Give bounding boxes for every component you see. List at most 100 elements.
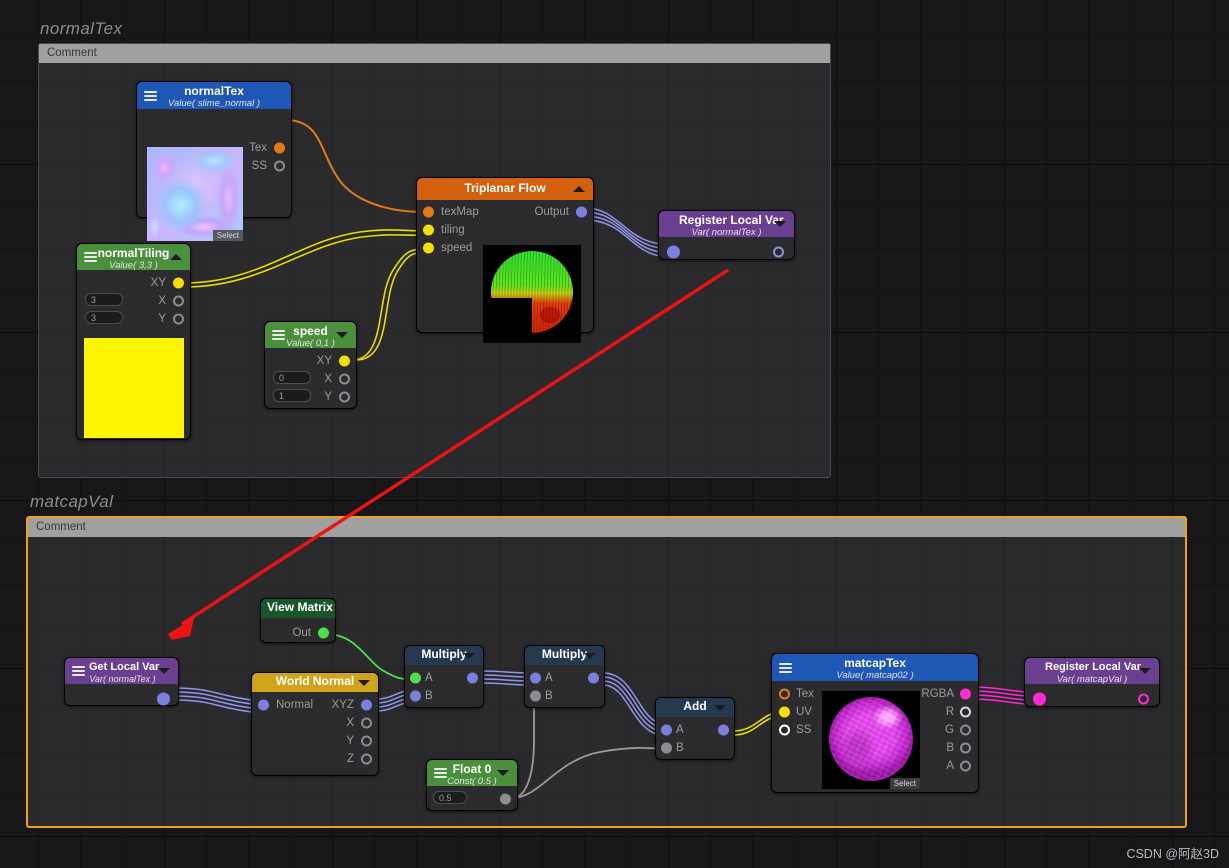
- output-dot-y[interactable]: [173, 313, 184, 325]
- output-dot-rgba[interactable]: [960, 688, 971, 700]
- port-world-normal-normal[interactable]: Normal XYZ: [252, 696, 378, 714]
- port-normaltiling-y[interactable]: 3 Y: [77, 310, 190, 328]
- input-dot-tiling[interactable]: [423, 224, 434, 236]
- port-normaltex-tex[interactable]: Tex: [137, 139, 291, 157]
- collapse-caret-icon[interactable]: [573, 186, 585, 192]
- port-speed-xy[interactable]: XY: [265, 352, 356, 370]
- node-matcaptex-header[interactable]: matcapTex Value( matcap02 ): [772, 654, 978, 681]
- node-world-normal-header[interactable]: World Normal: [252, 673, 378, 692]
- input-dot-b[interactable]: [410, 690, 421, 702]
- node-get-local-var-header[interactable]: Get Local Var Var( normalTex ): [65, 658, 178, 684]
- node-float-0-header[interactable]: Float 0 Const( 0.5 ): [427, 760, 517, 787]
- port-normaltiling-x[interactable]: 3 X: [77, 292, 190, 310]
- port-register-normaltex-io[interactable]: [659, 243, 794, 261]
- comment-group-matcapval-label[interactable]: Comment: [28, 518, 1185, 537]
- output-dot-x[interactable]: [173, 295, 184, 307]
- node-triplanar-flow[interactable]: Triplanar Flow texMap Output tiling spee…: [416, 177, 594, 343]
- input-dot-a[interactable]: [410, 672, 421, 684]
- float-0-value-input[interactable]: 0.5: [433, 791, 467, 804]
- output-dot-x[interactable]: [361, 717, 372, 729]
- output-dot-y[interactable]: [339, 391, 350, 403]
- select-texture-button[interactable]: Select: [889, 778, 920, 789]
- input-dot-b[interactable]: [530, 690, 541, 702]
- expand-caret-icon[interactable]: [714, 704, 726, 711]
- node-world-normal[interactable]: World Normal Normal XYZ X Y Z: [251, 672, 379, 776]
- speed-y-input[interactable]: 1: [273, 389, 311, 402]
- input-dot-value[interactable]: [667, 245, 680, 259]
- output-dot-out[interactable]: [318, 627, 329, 639]
- node-normaltiling[interactable]: normalTiling Value( 3,3 ) XY 3 X 3 Y: [76, 243, 191, 440]
- node-multiply-2-header[interactable]: Multiply: [525, 646, 604, 665]
- input-dot-normal[interactable]: [258, 699, 269, 711]
- node-normaltex[interactable]: normalTex Value( slime_normal ) Select T…: [136, 81, 292, 241]
- expand-caret-icon[interactable]: [1139, 668, 1151, 674]
- node-graph-canvas[interactable]: normalTex Comment matcapVal Comment norm…: [0, 0, 1229, 868]
- output-dot-b[interactable]: [960, 742, 971, 754]
- collapse-caret-icon[interactable]: [170, 254, 182, 260]
- port-register-matcapval-io[interactable]: [1025, 690, 1159, 708]
- expand-caret-icon[interactable]: [336, 332, 348, 338]
- input-dot-a[interactable]: [530, 672, 541, 684]
- normaltiling-x-input[interactable]: 3: [85, 293, 123, 306]
- hamburger-icon[interactable]: [72, 666, 85, 676]
- output-dot-output[interactable]: [576, 206, 587, 218]
- port-multiply-1-a[interactable]: A: [405, 669, 483, 687]
- input-dot-a[interactable]: [661, 724, 672, 736]
- input-dot-uv[interactable]: [779, 706, 790, 718]
- node-multiply-1[interactable]: Multiply A B: [404, 645, 484, 708]
- port-world-normal-x[interactable]: X: [252, 714, 378, 732]
- input-dot-tex[interactable]: [779, 688, 790, 700]
- port-triplanar-texmap[interactable]: texMap Output: [417, 203, 593, 221]
- node-triplanar-flow-header[interactable]: Triplanar Flow: [417, 178, 593, 200]
- output-dot-g[interactable]: [960, 724, 971, 736]
- comment-group-normaltex-label[interactable]: Comment: [39, 44, 830, 63]
- input-dot-ss[interactable]: [779, 724, 790, 736]
- output-dot-value[interactable]: [773, 246, 784, 258]
- hamburger-icon[interactable]: [434, 768, 447, 778]
- port-get-local-var-out[interactable]: [65, 690, 178, 708]
- hamburger-icon[interactable]: [144, 90, 157, 101]
- node-register-local-var-normaltex[interactable]: Register Local Var Var( normalTex ): [658, 210, 795, 260]
- output-dot-y[interactable]: [361, 735, 372, 747]
- output-dot-r[interactable]: [960, 706, 971, 718]
- output-dot-result[interactable]: [718, 724, 729, 736]
- port-view-matrix-out[interactable]: Out: [261, 624, 335, 642]
- output-dot-value[interactable]: [500, 793, 511, 805]
- output-dot-x[interactable]: [339, 373, 350, 385]
- node-view-matrix-header[interactable]: View Matrix: [261, 599, 335, 618]
- node-register-local-var-normaltex-header[interactable]: Register Local Var Var( normalTex ): [659, 211, 794, 238]
- expand-caret-icon[interactable]: [463, 652, 475, 659]
- output-dot-xy[interactable]: [339, 355, 350, 367]
- hamburger-icon[interactable]: [272, 330, 285, 340]
- expand-caret-icon[interactable]: [158, 668, 170, 674]
- normaltiling-y-input[interactable]: 3: [85, 311, 123, 324]
- port-add-b[interactable]: B: [656, 739, 734, 757]
- node-normaltiling-header[interactable]: normalTiling Value( 3,3 ): [77, 244, 190, 271]
- expand-caret-icon[interactable]: [584, 652, 596, 659]
- input-dot-b[interactable]: [661, 742, 672, 754]
- input-dot-speed[interactable]: [423, 242, 434, 254]
- port-multiply-2-b[interactable]: B: [525, 687, 604, 705]
- output-dot-tex[interactable]: [274, 142, 285, 154]
- port-normaltex-ss[interactable]: SS: [137, 157, 291, 175]
- output-dot-result[interactable]: [467, 672, 478, 684]
- port-world-normal-y[interactable]: Y: [252, 732, 378, 750]
- node-multiply-2[interactable]: Multiply A B: [524, 645, 605, 708]
- output-dot-value[interactable]: [1138, 693, 1149, 705]
- output-dot-xy[interactable]: [173, 277, 184, 289]
- node-get-local-var[interactable]: Get Local Var Var( normalTex ): [64, 657, 179, 706]
- node-speed-header[interactable]: speed Value( 0,1 ): [265, 322, 356, 349]
- port-world-normal-z[interactable]: Z: [252, 750, 378, 768]
- node-speed[interactable]: speed Value( 0,1 ) XY 0 X 1 Y: [264, 321, 357, 409]
- output-dot-ss[interactable]: [274, 160, 285, 172]
- node-matcaptex-preview[interactable]: Select: [822, 691, 920, 789]
- output-dot-z[interactable]: [361, 753, 372, 765]
- output-dot-xyz[interactable]: [361, 699, 372, 711]
- port-triplanar-tiling[interactable]: tiling: [417, 221, 593, 239]
- port-speed-x[interactable]: 0 X: [265, 370, 356, 388]
- port-multiply-1-b[interactable]: B: [405, 687, 483, 705]
- node-multiply-1-header[interactable]: Multiply: [405, 646, 483, 665]
- node-register-local-var-matcapval[interactable]: Register Local Var Var( matcapVal ): [1024, 657, 1160, 707]
- node-float-0[interactable]: Float 0 Const( 0.5 ) 0.5: [426, 759, 518, 811]
- port-add-a[interactable]: A: [656, 721, 734, 739]
